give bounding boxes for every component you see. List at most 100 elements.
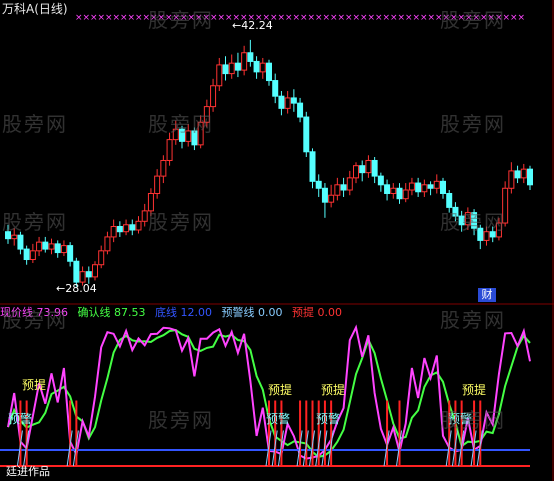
candle-body <box>408 182 415 191</box>
candle-body <box>42 241 49 250</box>
x-marker: × <box>75 13 83 23</box>
candle-body <box>297 102 304 118</box>
candle-body <box>371 159 378 177</box>
chart-title: 万科A(日线) <box>2 2 68 16</box>
candle-body <box>48 243 55 250</box>
candle-body <box>495 222 502 238</box>
candle-body <box>160 159 167 177</box>
candle-body <box>353 165 359 179</box>
x-marker: × <box>165 13 173 23</box>
x-marker: × <box>420 13 428 23</box>
candle-body <box>5 231 11 240</box>
candle-body <box>92 264 98 278</box>
candle-body <box>340 184 347 191</box>
candle-body <box>73 260 80 283</box>
candle-body <box>303 116 310 153</box>
candle-body <box>440 180 446 194</box>
x-marker: × <box>135 13 143 23</box>
x-marker: × <box>330 13 338 23</box>
candle-body <box>11 234 18 240</box>
candle-body <box>527 168 533 186</box>
x-marker: × <box>398 13 406 23</box>
x-marker: × <box>128 13 136 23</box>
candle-body <box>203 106 210 123</box>
candle-body <box>321 187 328 203</box>
signal-yuti-3: 预提 <box>321 383 346 397</box>
x-marker: × <box>188 13 196 23</box>
candle-body <box>23 248 30 261</box>
candle-body <box>309 151 316 182</box>
candle-body <box>520 168 527 179</box>
x-marker: × <box>180 13 188 23</box>
x-marker: × <box>450 13 458 23</box>
candle-body <box>421 184 428 193</box>
stock-chart-canvas[interactable]: × × × × × × × × × × × × × × × × × × × × × × × × × × × × × × × × × × × × × × × ×… <box>0 0 554 481</box>
x-marker: × <box>218 13 226 23</box>
x-marker: × <box>458 13 466 23</box>
candle-body <box>116 226 123 233</box>
x-marker: × <box>495 13 503 23</box>
x-marker: × <box>465 13 473 23</box>
candle-body <box>452 206 459 217</box>
signal-yujing-1: 预警 <box>8 412 33 426</box>
indicator-label-2: 底线 12.00 <box>155 306 212 319</box>
x-marker: × <box>375 13 383 23</box>
candle-body <box>110 226 117 238</box>
x-marker: × <box>143 13 151 23</box>
x-marker: × <box>158 13 166 23</box>
x-marker: × <box>113 13 121 23</box>
candle-body <box>241 52 248 71</box>
candle-body <box>172 128 179 141</box>
x-marker: × <box>300 13 308 23</box>
x-marker: × <box>413 13 421 23</box>
candle-body <box>433 180 440 189</box>
x-marker: × <box>120 13 128 23</box>
candle-body <box>191 130 198 146</box>
finance-badge[interactable]: 财 <box>478 288 496 302</box>
x-marker: × <box>315 13 323 23</box>
x-marker: × <box>293 13 301 23</box>
candle-body <box>464 212 471 226</box>
indicator-label-1: 确认线 87.53 <box>77 306 146 319</box>
candle-body <box>129 224 136 231</box>
x-marker: × <box>368 13 376 23</box>
candle-body <box>29 250 36 261</box>
x-marker: × <box>323 13 331 23</box>
x-marker: × <box>353 13 361 23</box>
candle-body <box>489 231 496 238</box>
x-marker: × <box>105 13 113 23</box>
candle-body <box>222 64 229 75</box>
candle-body <box>365 159 372 174</box>
indicator-label-0: 现价线 73.96 <box>0 306 68 319</box>
candle-body <box>427 184 434 189</box>
signal-yujing-3: 预警 <box>316 412 341 426</box>
x-marker: × <box>338 13 346 23</box>
candle-body <box>272 80 279 97</box>
candle-body <box>346 177 353 191</box>
candle-body <box>141 210 148 222</box>
candle-body <box>402 189 409 200</box>
signal-yuti-2: 预提 <box>268 383 293 397</box>
candle-body <box>446 192 453 208</box>
x-marker: × <box>308 13 316 23</box>
x-marker: × <box>428 13 436 23</box>
indicator-label-4: 预提 0.00 <box>292 306 342 319</box>
x-marker: × <box>150 13 158 23</box>
x-marker: × <box>443 13 451 23</box>
signal-yujing-2: 预警 <box>266 412 291 426</box>
candle-body <box>98 250 105 266</box>
candle-body <box>328 194 335 203</box>
candle-body <box>123 224 130 233</box>
candle-body <box>502 187 509 224</box>
candle-body <box>247 52 254 62</box>
x-marker: × <box>203 13 211 23</box>
candle-body <box>396 187 403 200</box>
x-marker: × <box>360 13 368 23</box>
candle-body <box>104 236 111 252</box>
x-marker: × <box>195 13 203 23</box>
candle-body <box>471 212 478 229</box>
candle-body <box>67 245 74 262</box>
x-marker: × <box>383 13 391 23</box>
x-marker: × <box>390 13 398 23</box>
indicator-label-3: 预警线 0.00 <box>221 306 283 319</box>
